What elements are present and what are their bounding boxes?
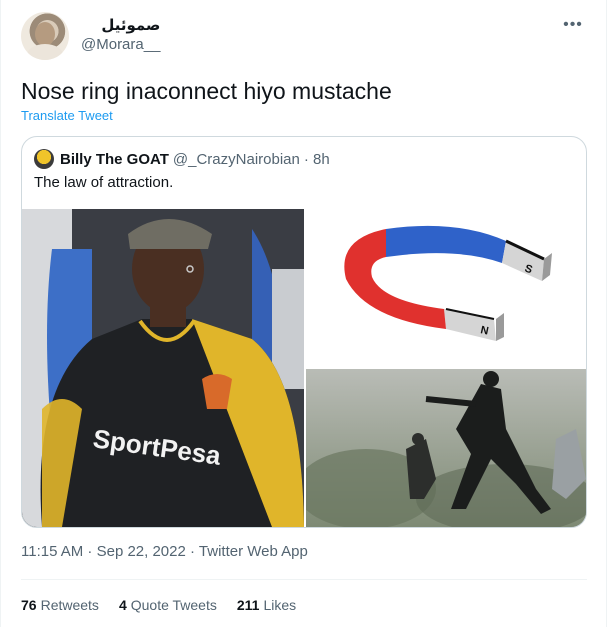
- quote-tweets-stat[interactable]: 4 Quote Tweets: [119, 597, 217, 613]
- retweets-label: Retweets: [40, 597, 99, 613]
- tweet-timestamp[interactable]: 11:15 AM · Sep 22, 2022 · Twitter Web Ap…: [21, 543, 308, 560]
- likes-label: Likes: [263, 597, 297, 613]
- quoted-author-avatar[interactable]: [34, 149, 54, 169]
- retweets-count: 76: [21, 597, 37, 613]
- author-avatar[interactable]: [21, 12, 69, 60]
- more-options-button[interactable]: •••: [562, 14, 584, 36]
- tweet-stats: 76 Retweets 4 Quote Tweets 211 Likes: [21, 597, 316, 613]
- tweet-text: Nose ring inaconnect hiyo mustache: [21, 78, 392, 104]
- avatar-face: [35, 22, 55, 46]
- person-illustration: SportPesa: [22, 209, 304, 527]
- tweet: صموئيل @Morara__ ••• Nose ring inaconnec…: [0, 0, 607, 627]
- quoted-tweet[interactable]: Billy The GOAT @_CrazyNairobian · 8h The…: [21, 136, 587, 528]
- media-photo-running[interactable]: [306, 369, 586, 527]
- quoted-tweet-time[interactable]: · 8h: [304, 151, 330, 168]
- magnet-illustration: S N: [306, 209, 586, 367]
- quoted-media-grid: SportPesa S N: [22, 209, 586, 527]
- quoted-author-name[interactable]: Billy The GOAT: [60, 151, 169, 168]
- translate-tweet-link[interactable]: Translate Tweet: [21, 108, 113, 123]
- quoted-tweet-text: The law of attraction.: [34, 174, 174, 191]
- author-handle[interactable]: @Morara__: [81, 35, 160, 55]
- media-photo-person[interactable]: SportPesa: [22, 209, 304, 527]
- avatar-shoulders: [27, 44, 63, 60]
- running-scene-illustration: [306, 369, 586, 527]
- quote-tweets-count: 4: [118, 597, 127, 613]
- divider: [21, 579, 587, 580]
- quote-tweets-label: Quote Tweets: [130, 597, 217, 613]
- author-info[interactable]: صموئيل @Morara__: [81, 15, 160, 55]
- media-photo-magnet[interactable]: S N: [306, 209, 586, 367]
- quoted-tweet-header: Billy The GOAT @_CrazyNairobian · 8h: [34, 149, 330, 169]
- author-display-name[interactable]: صموئيل: [81, 15, 160, 35]
- likes-stat[interactable]: 211 Likes: [237, 597, 296, 613]
- quoted-author-handle[interactable]: @_CrazyNairobian: [173, 151, 300, 168]
- more-dots-icon: •••: [563, 16, 583, 33]
- retweets-stat[interactable]: 76 Retweets: [21, 597, 99, 613]
- likes-count: 211: [236, 597, 260, 613]
